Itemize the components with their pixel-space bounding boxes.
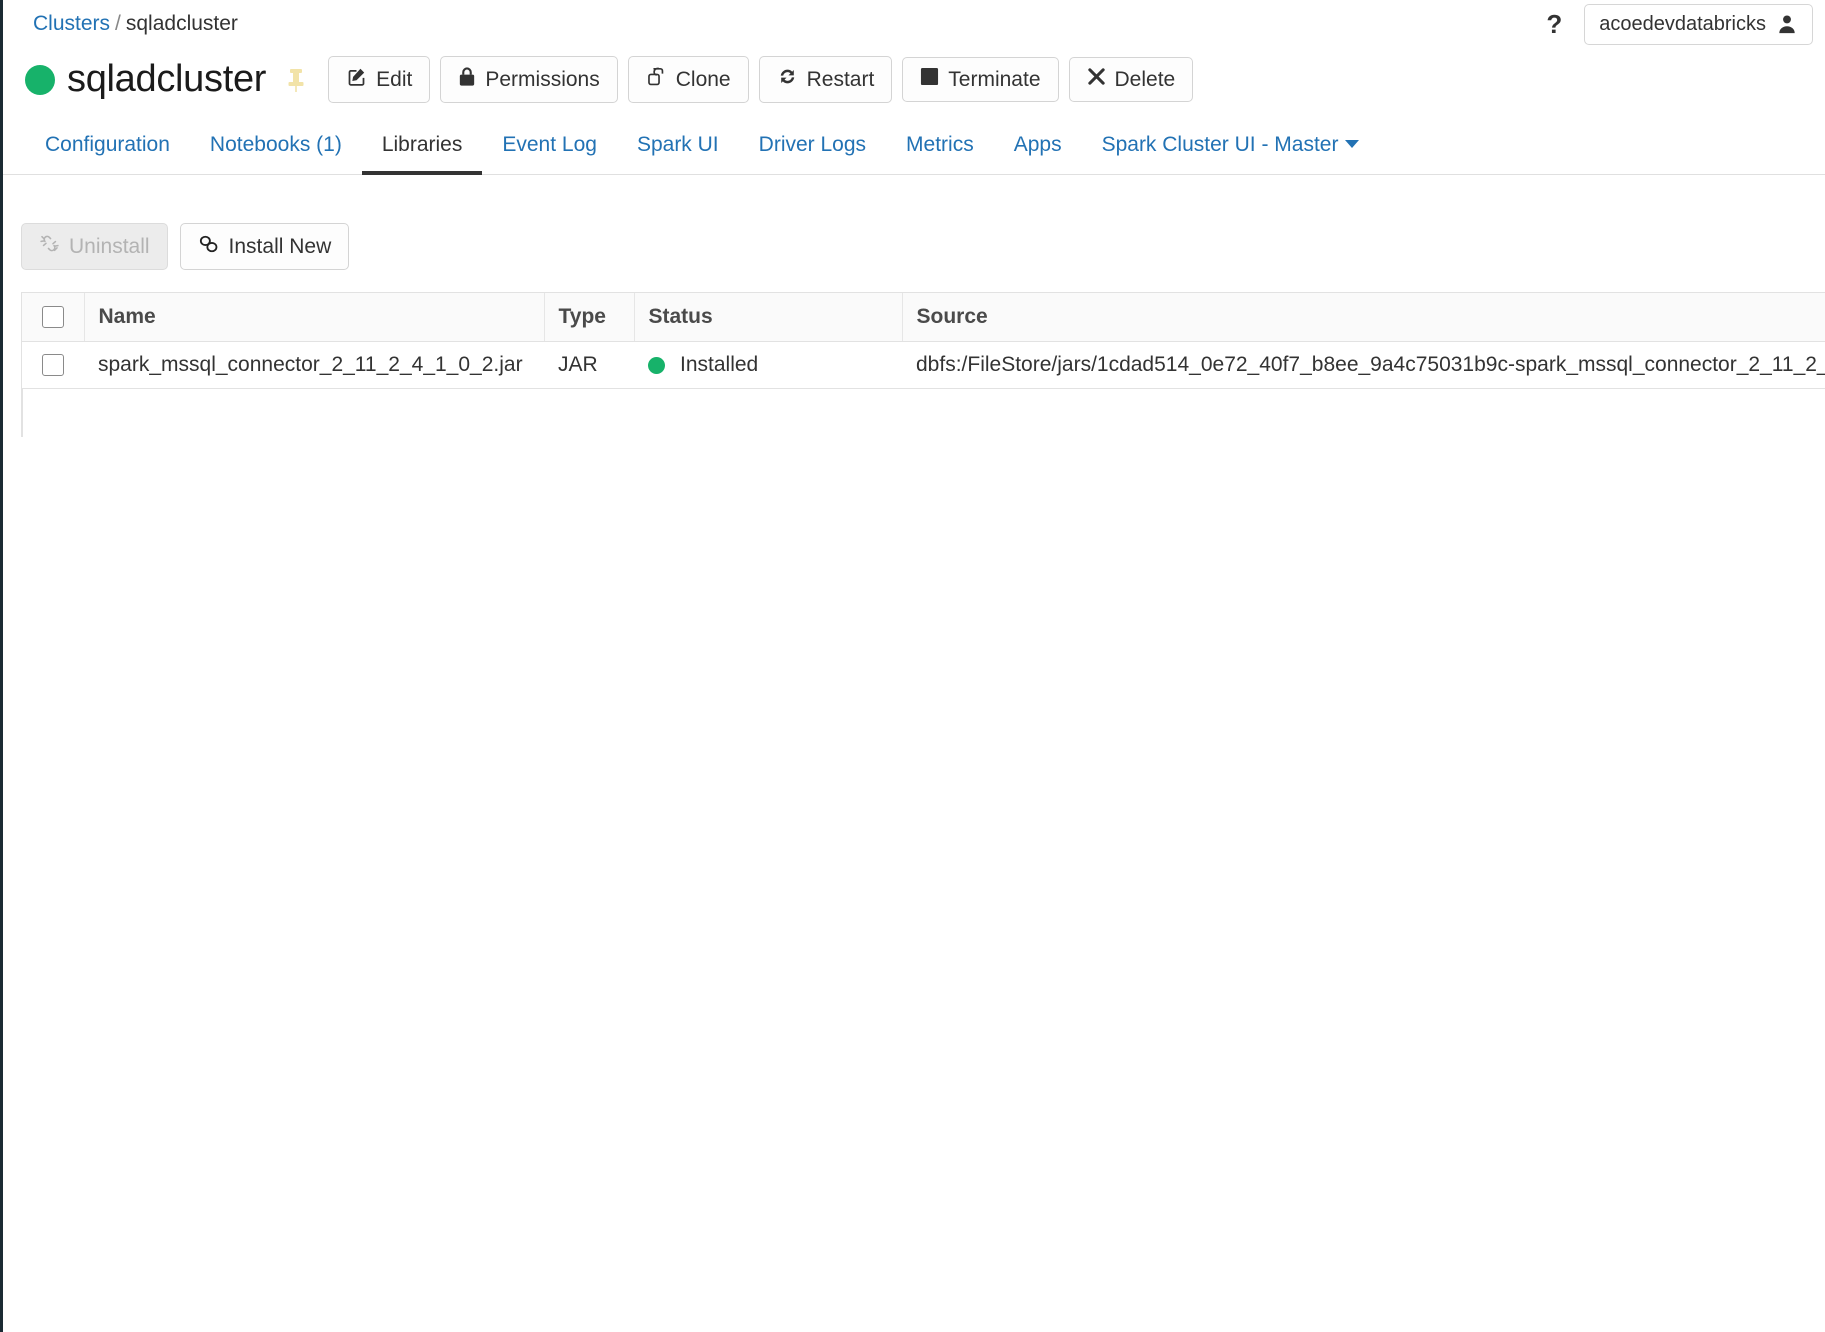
libraries-toolbar: Uninstall Install New [3, 175, 1825, 271]
top-bar-right: ? acoedevdatabricks [1540, 0, 1813, 48]
tab-driver-logs-label: Driver Logs [758, 133, 867, 157]
tab-notebooks[interactable]: Notebooks (1) [190, 123, 362, 175]
user-avatar-icon [1776, 13, 1798, 35]
cluster-tabs: Configuration Notebooks (1) Libraries Ev… [3, 115, 1825, 176]
delete-button[interactable]: Delete [1068, 57, 1194, 103]
clone-button-label: Clone [675, 67, 731, 91]
install-new-button-label: Install New [228, 234, 332, 258]
tab-libraries[interactable]: Libraries [361, 123, 483, 176]
column-header-name[interactable]: Name [84, 293, 545, 343]
table-row: spark_mssql_connector_2_11_2_4_1_0_2.jar… [22, 341, 1825, 390]
link-chain-icon [198, 234, 220, 260]
tab-configuration[interactable]: Configuration [25, 123, 190, 175]
library-status-cell: Installed [634, 341, 902, 390]
user-menu-label: acoedevdatabricks [1599, 12, 1766, 35]
tab-spark-ui[interactable]: Spark UI [617, 123, 739, 175]
table-footer-spacer [22, 389, 1825, 438]
edit-pencil-icon [346, 66, 367, 93]
tab-metrics[interactable]: Metrics [886, 123, 994, 175]
uninstall-button-label: Uninstall [69, 234, 150, 258]
tab-spark-cluster-ui-master-label: Spark Cluster UI - Master [1101, 133, 1339, 157]
cluster-details-page: Clusters / sqladcluster ? acoedevdatabrick… [0, 0, 1825, 1332]
select-all-header [22, 293, 85, 343]
cluster-header: sqladcluster Edit Permissions Clone Rest… [3, 48, 1825, 109]
refresh-icon [777, 66, 798, 93]
cluster-actions: Edit Permissions Clone Restart Terminate… [328, 56, 1194, 104]
pushpin-icon[interactable] [286, 67, 306, 93]
tab-driver-logs[interactable]: Driver Logs [739, 123, 886, 175]
tab-event-log[interactable]: Event Log [482, 123, 617, 175]
terminate-button[interactable]: Terminate [902, 57, 1059, 103]
breadcrumb-separator: / [115, 12, 121, 35]
tab-metrics-label: Metrics [906, 133, 974, 157]
page-title: sqladcluster [67, 58, 267, 101]
row-select-cell [22, 341, 84, 390]
user-menu-button[interactable]: acoedevdatabricks [1584, 3, 1813, 45]
terminate-button-label: Terminate [948, 67, 1041, 91]
edit-button-label: Edit [376, 67, 413, 91]
status-badge: Installed [680, 353, 759, 377]
row-checkbox[interactable] [42, 354, 64, 377]
tab-configuration-label: Configuration [45, 133, 170, 157]
column-header-status[interactable]: Status [634, 293, 903, 343]
tab-apps-label: Apps [1013, 133, 1062, 157]
breadcrumb: Clusters / sqladcluster [33, 12, 238, 36]
breadcrumb-clusters-link[interactable]: Clusters [33, 12, 110, 35]
lock-icon [458, 66, 476, 93]
library-source-cell: dbfs:/FileStore/jars/1cdad514_0e72_40f7_… [902, 341, 1825, 390]
libraries-table: Name Type Status Source spark_mssql_conn… [22, 293, 1825, 390]
chevron-down-icon [1345, 140, 1360, 149]
table-header-row: Name Type Status Source [22, 293, 1825, 343]
restart-button[interactable]: Restart [758, 56, 893, 104]
tab-apps[interactable]: Apps [994, 123, 1082, 175]
close-x-icon [1087, 67, 1106, 92]
uninstall-button[interactable]: Uninstall [21, 223, 168, 271]
cluster-status-indicator-icon [25, 64, 55, 95]
edit-button[interactable]: Edit [328, 56, 431, 104]
tab-libraries-label: Libraries [381, 133, 463, 157]
copy-icon [646, 66, 667, 93]
library-type-cell: JAR [544, 341, 634, 390]
permissions-button-label: Permissions [485, 67, 600, 91]
status-dot-icon [648, 356, 665, 374]
install-new-button[interactable]: Install New [179, 223, 350, 271]
tab-notebooks-label: Notebooks (1) [209, 133, 342, 157]
help-icon[interactable]: ? [1540, 11, 1568, 37]
select-all-checkbox[interactable] [41, 306, 64, 329]
column-header-type[interactable]: Type [544, 293, 635, 343]
breadcrumb-current: sqladcluster [125, 12, 238, 35]
permissions-button[interactable]: Permissions [440, 56, 618, 104]
tab-spark-cluster-ui-master[interactable]: Spark Cluster UI - Master [1082, 123, 1380, 175]
delete-button-label: Delete [1114, 67, 1176, 91]
restart-button-label: Restart [806, 67, 875, 91]
clone-button[interactable]: Clone [627, 56, 749, 104]
column-header-source[interactable]: Source [902, 293, 1825, 343]
library-name-cell: spark_mssql_connector_2_11_2_4_1_0_2.jar [84, 341, 544, 390]
tab-spark-ui-label: Spark UI [636, 133, 719, 157]
top-bar: Clusters / sqladcluster ? acoedevdatabrick… [3, 0, 1825, 48]
uninstall-icon [39, 233, 60, 260]
libraries-table-container: Name Type Status Source spark_mssql_conn… [21, 292, 1825, 438]
tab-event-log-label: Event Log [502, 133, 597, 157]
stop-square-icon [920, 67, 939, 92]
